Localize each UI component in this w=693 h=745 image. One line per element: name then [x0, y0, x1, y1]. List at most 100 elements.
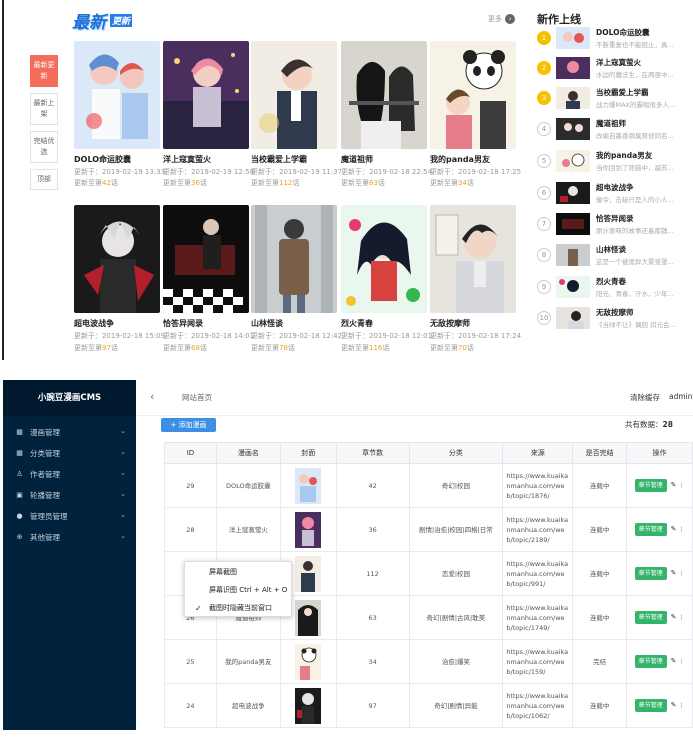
card-title[interactable]: 烈火青春 [341, 318, 373, 329]
new-release-desc: 改编自墨香铜臭原创同名... [596, 132, 674, 140]
new-release-item[interactable]: 10 无敌按摩师 《当帅不让》偶回 扣元会... [537, 305, 693, 331]
cell-source[interactable]: https://www.kuaikanmanhua.com/web/topic/… [502, 507, 574, 552]
cell-source[interactable]: https://www.kuaikanmanhua.com/web/topic/… [502, 639, 574, 684]
rank-badge: 2 [537, 61, 551, 75]
cell-source[interactable]: https://www.kuaikanmanhua.com/web/topic/… [502, 463, 574, 508]
more-link[interactable]: 更多 › [488, 14, 515, 24]
new-release-item[interactable]: 5 我的panda男友 当你回到了熊猫中，越苏... [537, 148, 693, 174]
cell-name: 洋上寇寞萤火 [215, 507, 281, 552]
edit-pencil-icon[interactable]: ✎ [671, 700, 677, 710]
edit-pencil-icon[interactable]: ✎ [671, 480, 677, 490]
cover-image-firefly[interactable] [163, 41, 249, 149]
grid-icon: ▦ [16, 449, 23, 457]
card-title[interactable]: 我的panda男友 [430, 154, 490, 165]
card-title[interactable]: 当校霸爱上学霸 [251, 154, 307, 165]
cell-cover [279, 507, 337, 552]
window-edge [2, 0, 4, 360]
new-release-item[interactable]: 2 洋上寇寞萤火 水边的魔法生，在两夜中... [537, 55, 693, 81]
cell-status: 连载中 [572, 683, 628, 728]
card-title[interactable]: 超电波战争 [74, 318, 114, 329]
chapter-manage-button[interactable]: 章节管理 [634, 523, 667, 536]
cover-image-mo-dao[interactable] [341, 41, 427, 149]
side-tab-latest-release[interactable]: 最新上架 [30, 93, 58, 125]
sidebar-item-comics[interactable]: ▦ 漫画管理 ⌄ [3, 422, 136, 443]
sidebar-item-other[interactable]: ⊕ 其他管理 ⌄ [3, 527, 136, 548]
chapter-prefix: 更新至第 [430, 179, 458, 187]
thumbnail-image [556, 276, 590, 298]
breadcrumb[interactable]: 网站首页 [182, 392, 212, 403]
cover-image-massage[interactable] [430, 205, 516, 313]
cover-thumbnail [295, 555, 322, 592]
side-tab-top[interactable]: 顶部 [30, 169, 58, 190]
collapse-sidebar-icon[interactable]: ‹ [150, 390, 154, 403]
edit-pencil-icon[interactable]: ✎ [671, 656, 677, 666]
chapter-manage-button[interactable]: 章节管理 [634, 567, 667, 580]
cell-source[interactable]: https://www.kuaikanmanhua.com/web/topic/… [502, 683, 574, 728]
chapter-number: 97 [102, 344, 111, 352]
cover-image-panda[interactable] [430, 41, 516, 149]
chapter-prefix: 更新至第 [74, 179, 102, 187]
card-title[interactable]: 魔道祖师 [341, 154, 373, 165]
card-title[interactable]: 恰答异闻录 [163, 318, 203, 329]
context-menu-image-recognition[interactable]: 屏幕识图 Ctrl + Alt + O [185, 583, 291, 598]
cell-chapters: 97 [335, 683, 410, 728]
chapter-number: 116 [369, 344, 383, 352]
new-release-item[interactable]: 6 超电波战争 御令，击秘只是人的小人... [537, 180, 693, 206]
add-comic-button[interactable]: + 添加漫画 [161, 418, 216, 432]
cover-thumbnail [295, 643, 322, 680]
card-title[interactable]: 山林怪谈 [251, 318, 283, 329]
sidebar-item-carousel[interactable]: ▣ 轮播管理 ⌄ [3, 485, 136, 506]
cell-source[interactable]: https://www.kuaikanmanhua.com/web/topic/… [502, 551, 574, 596]
chapter-manage-button[interactable]: 章节管理 [634, 479, 667, 492]
sidebar-item-authors[interactable]: ♙ 作者管理 ⌄ [3, 464, 136, 485]
cover-image-dolo[interactable] [74, 41, 160, 149]
chapter-manage-button[interactable]: 章节管理 [634, 699, 667, 712]
card-chapter-count: 更新至第68话 [163, 343, 207, 353]
sidebar-item-admins[interactable]: ● 管理员管理 ⌄ [3, 506, 136, 527]
side-tab-completed[interactable]: 完结优选 [30, 131, 58, 163]
card-title[interactable]: 无敌按摩师 [430, 318, 470, 329]
context-menu-hide-window[interactable]: ✓ 截图时隐藏当前窗口 [185, 601, 291, 616]
card-title[interactable]: 洋上寇寞萤火 [163, 154, 211, 165]
cell-status: 连载中 [572, 551, 628, 596]
chapter-manage-button[interactable]: 章节管理 [634, 611, 667, 624]
new-release-desc: 当你回到了熊猫中，越苏... [596, 164, 674, 172]
column-header: 是否完结 [572, 442, 628, 464]
edit-pencil-icon[interactable]: ✎ [671, 612, 677, 622]
edit-pencil-icon[interactable]: ✎ [671, 524, 677, 534]
column-header: 分类 [408, 442, 504, 464]
new-release-item[interactable]: 1 DOLO命运胶囊 不断重复也不能阻止，真... [537, 25, 693, 51]
new-release-item[interactable]: 3 当校霸爱上学霸 战力爆MAX的霸唱很多人... [537, 85, 693, 111]
new-release-desc: 原计原味的故事还着那魏... [596, 227, 674, 235]
card-update-date: 更新于：2019-02-19 11:37 [251, 168, 343, 176]
chapter-number: 78 [279, 344, 288, 352]
new-release-title: 烈火青春 [596, 277, 626, 286]
side-tab-latest-update[interactable]: 最新更新 [30, 55, 58, 87]
cover-thumbnail [295, 511, 322, 548]
cell-id: 25 [164, 639, 217, 684]
sidebar-item-label: 轮播管理 [30, 491, 60, 500]
cell-source[interactable]: https://www.kuaikanmanhua.com/web/topic/… [502, 595, 574, 640]
column-header: 来源 [502, 442, 574, 464]
cover-image-youth-fire[interactable] [341, 205, 427, 313]
admin-user-menu[interactable]: admin [669, 392, 693, 401]
clear-cache-link[interactable]: 清除缓存 [630, 392, 660, 403]
new-release-item[interactable]: 9 烈火青春 阳光、青春、汗水，少年... [537, 274, 693, 300]
card-update-date: 更新于：2019-02-18 17:24 [430, 332, 522, 340]
new-release-item[interactable]: 7 恰答异闻录 原计原味的故事还着那魏... [537, 211, 693, 237]
new-release-item[interactable]: 8 山林怪谈 这是一个被诡异大雾笼罩... [537, 242, 693, 268]
new-release-item[interactable]: 4 魔道祖师 改编自墨香铜臭原创同名... [537, 116, 693, 142]
cell-id: 24 [164, 683, 217, 728]
cover-image-electro-war[interactable] [74, 205, 160, 313]
menu-item-label: 截图时隐藏当前窗口 [209, 604, 272, 612]
users-icon: ♙ [16, 470, 23, 478]
cover-image-qiada[interactable] [163, 205, 249, 313]
sidebar-item-categories[interactable]: ▦ 分类管理 ⌄ [3, 443, 136, 464]
card-title[interactable]: DOLO命运胶囊 [74, 154, 131, 165]
chapter-manage-button[interactable]: 章节管理 [634, 655, 667, 668]
context-menu-screenshot[interactable]: 屏幕截图 [185, 565, 291, 580]
edit-pencil-icon[interactable]: ✎ [671, 568, 677, 578]
cell-status: 连载中 [572, 463, 628, 508]
cover-image-forest-tale[interactable] [251, 205, 337, 313]
cover-image-school-bully[interactable] [251, 41, 337, 149]
